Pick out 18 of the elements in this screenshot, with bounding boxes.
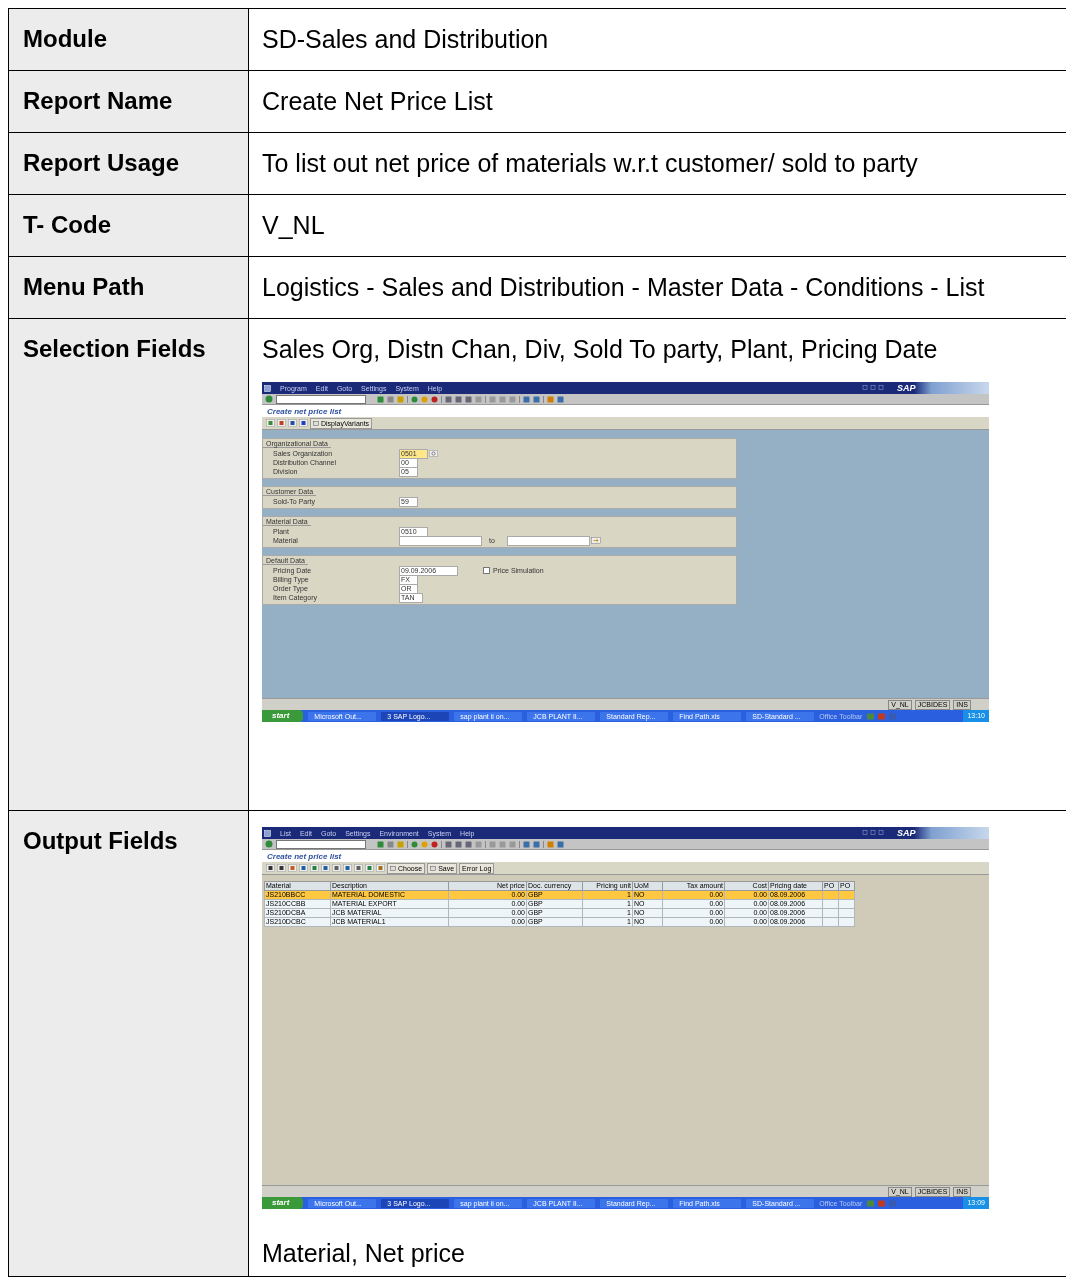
start-button[interactable]: start xyxy=(262,1197,304,1209)
value-text: V_NL xyxy=(262,211,326,240)
row-label: Report Name xyxy=(23,87,173,114)
row-label: Output Fields xyxy=(23,827,178,854)
start-button[interactable]: start xyxy=(262,710,304,722)
screen-title: Create net price list xyxy=(267,406,342,416)
value-text: Logistics - Sales and Distribution - Master Data - Conditions - List xyxy=(262,273,986,302)
value-text: Create Net Price List xyxy=(262,87,494,116)
row-label: Report Usage xyxy=(23,149,180,176)
row-label: Module xyxy=(23,25,107,52)
value-text: Sales Org, Distn Chan, Div, Sold To party, Plant, Pricing Date xyxy=(262,335,939,364)
screen-title: Create net price list xyxy=(267,851,342,861)
value-text: SD-Sales and Distribution xyxy=(262,25,550,54)
row-label: Selection Fields xyxy=(23,335,206,362)
row-label: T- Code xyxy=(23,211,111,238)
value-text: To list out net price of materials w.r.t customer/ sold to party xyxy=(262,149,919,178)
value-text: Material, Net price xyxy=(262,1239,466,1268)
row-label: Menu Path xyxy=(23,273,145,300)
